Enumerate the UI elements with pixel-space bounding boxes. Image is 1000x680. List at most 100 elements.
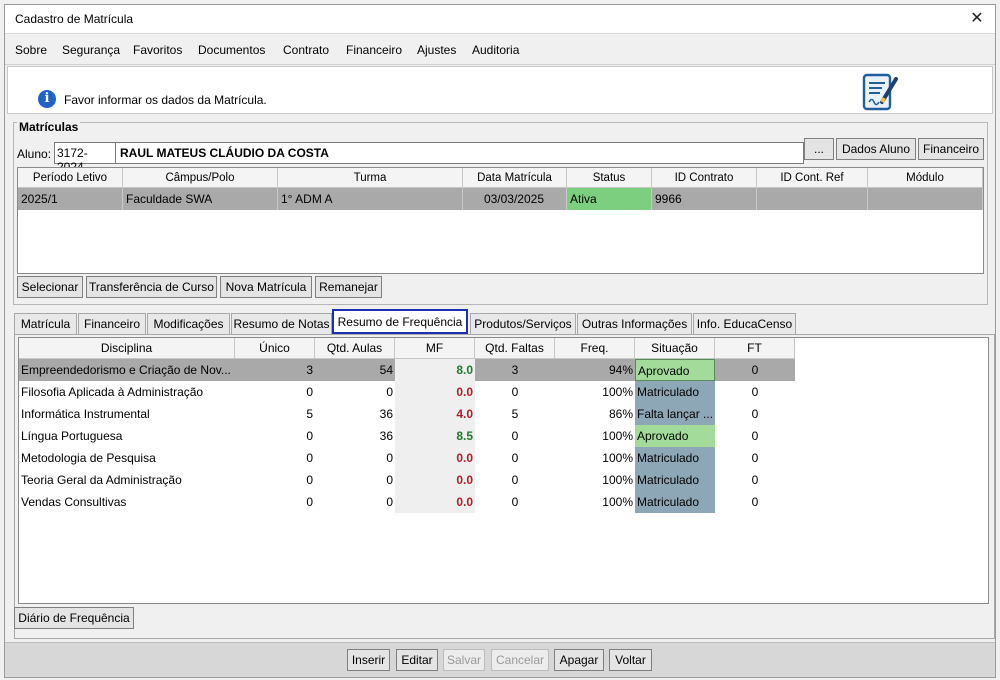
table-cell[interactable]: Faculdade SWA bbox=[123, 188, 278, 210]
freq-cell[interactable]: 100% bbox=[555, 469, 635, 491]
ft-cell[interactable]: 0 bbox=[715, 491, 795, 513]
column-header[interactable]: FT bbox=[715, 338, 795, 359]
unico-cell[interactable]: 0 bbox=[235, 425, 315, 447]
remanejar-button[interactable]: Remanejar bbox=[315, 276, 382, 298]
column-header[interactable]: Qtd. Faltas bbox=[475, 338, 555, 359]
disciplina-cell[interactable]: Empreendedorismo e Criação de Nov... bbox=[19, 359, 235, 381]
qtd-aulas-cell[interactable]: 0 bbox=[315, 469, 395, 491]
apagar-button[interactable]: Apagar bbox=[554, 649, 604, 671]
unico-cell[interactable]: 3 bbox=[235, 359, 315, 381]
tab-info-educacenso[interactable]: Info. EducaCenso bbox=[693, 313, 796, 334]
matriculas-table[interactable]: Período Letivo Câmpus/Polo Turma Data Ma… bbox=[17, 167, 984, 274]
selecionar-button[interactable]: Selecionar bbox=[17, 276, 83, 298]
menu-auditoria[interactable]: Auditoria bbox=[472, 43, 519, 57]
table-cell[interactable]: 2025/1 bbox=[18, 188, 123, 210]
qtd-aulas-cell[interactable]: 54 bbox=[315, 359, 395, 381]
menu-favoritos[interactable]: Favoritos bbox=[133, 43, 182, 57]
menu-documentos[interactable]: Documentos bbox=[198, 43, 265, 57]
mf-cell[interactable]: 0.0 bbox=[395, 447, 475, 469]
freq-cell[interactable]: 100% bbox=[555, 381, 635, 403]
column-header[interactable]: Freq. bbox=[555, 338, 635, 359]
ft-cell[interactable]: 0 bbox=[715, 447, 795, 469]
ft-cell[interactable]: 0 bbox=[715, 359, 795, 381]
aluno-code-field[interactable]: 3172-2024 bbox=[54, 142, 116, 174]
situacao-badge[interactable]: Matriculado bbox=[635, 469, 715, 491]
qtd-aulas-cell[interactable]: 0 bbox=[315, 447, 395, 469]
menu-financeiro[interactable]: Financeiro bbox=[346, 43, 402, 57]
ft-cell[interactable]: 0 bbox=[715, 381, 795, 403]
menu-seguranca[interactable]: Segurança bbox=[62, 43, 120, 57]
close-icon[interactable]: ✕ bbox=[965, 7, 989, 31]
ft-cell[interactable]: 0 bbox=[715, 425, 795, 447]
situacao-badge[interactable]: Matriculado bbox=[635, 447, 715, 469]
qtd-aulas-cell[interactable]: 36 bbox=[315, 425, 395, 447]
mf-cell[interactable]: 8.5 bbox=[395, 425, 475, 447]
dados-aluno-button[interactable]: Dados Aluno bbox=[836, 138, 916, 160]
tab-produtos-servicos[interactable]: Produtos/Serviços bbox=[470, 313, 576, 334]
qtd-faltas-cell[interactable]: 5 bbox=[475, 403, 555, 425]
mf-cell[interactable]: 0.0 bbox=[395, 381, 475, 403]
qtd-faltas-cell[interactable]: 0 bbox=[475, 469, 555, 491]
situacao-badge[interactable]: Aprovado bbox=[635, 359, 715, 381]
salvar-button[interactable]: Salvar bbox=[443, 649, 485, 671]
freq-cell[interactable]: 100% bbox=[555, 447, 635, 469]
editar-button[interactable]: Editar bbox=[396, 649, 438, 671]
tab-financeiro[interactable]: Financeiro bbox=[78, 313, 146, 334]
unico-cell[interactable]: 0 bbox=[235, 469, 315, 491]
column-header[interactable]: ID Contrato bbox=[652, 168, 757, 188]
column-header[interactable]: MF bbox=[395, 338, 475, 359]
mf-cell[interactable]: 8.0 bbox=[395, 359, 475, 381]
freq-cell[interactable]: 94% bbox=[555, 359, 635, 381]
ft-cell[interactable]: 0 bbox=[715, 403, 795, 425]
qtd-faltas-cell[interactable]: 0 bbox=[475, 491, 555, 513]
tab-modificacoes[interactable]: Modificações bbox=[147, 313, 230, 334]
disciplina-cell[interactable]: Língua Portuguesa bbox=[19, 425, 235, 447]
qtd-faltas-cell[interactable]: 0 bbox=[475, 425, 555, 447]
column-header[interactable]: ID Cont. Ref bbox=[757, 168, 868, 188]
qtd-faltas-cell[interactable]: 0 bbox=[475, 381, 555, 403]
tab-matricula[interactable]: Matrícula bbox=[14, 313, 77, 334]
aluno-name-field[interactable]: RAUL MATEUS CLÁUDIO DA COSTA bbox=[115, 142, 804, 164]
menu-contrato[interactable]: Contrato bbox=[283, 43, 329, 57]
table-cell[interactable]: 1° ADM A bbox=[278, 188, 463, 210]
cancelar-button[interactable]: Cancelar bbox=[491, 649, 549, 671]
voltar-button[interactable]: Voltar bbox=[609, 649, 652, 671]
status-badge[interactable]: Ativa bbox=[567, 188, 652, 210]
unico-cell[interactable]: 0 bbox=[235, 447, 315, 469]
table-cell[interactable]: 9966 bbox=[652, 188, 757, 210]
column-header[interactable]: Status bbox=[567, 168, 652, 188]
column-header[interactable]: Turma bbox=[278, 168, 463, 188]
disciplina-cell[interactable]: Informática Instrumental bbox=[19, 403, 235, 425]
disciplina-cell[interactable]: Vendas Consultivas bbox=[19, 491, 235, 513]
situacao-badge[interactable]: Aprovado bbox=[635, 425, 715, 447]
column-header[interactable]: Qtd. Aulas bbox=[315, 338, 395, 359]
nova-matricula-button[interactable]: Nova Matrícula bbox=[220, 276, 312, 298]
tab-resumo-notas[interactable]: Resumo de Notas bbox=[231, 313, 332, 334]
freq-cell[interactable]: 100% bbox=[555, 491, 635, 513]
freq-cell[interactable]: 86% bbox=[555, 403, 635, 425]
situacao-badge[interactable]: Matriculado bbox=[635, 381, 715, 403]
tab-outras-informacoes[interactable]: Outras Informações bbox=[577, 313, 692, 334]
unico-cell[interactable]: 0 bbox=[235, 381, 315, 403]
table-cell[interactable]: 03/03/2025 bbox=[463, 188, 567, 210]
column-header[interactable]: Módulo bbox=[868, 168, 983, 188]
tab-resumo-frequencia[interactable]: Resumo de Frequência bbox=[332, 309, 468, 334]
mf-cell[interactable]: 4.0 bbox=[395, 403, 475, 425]
column-header[interactable]: Câmpus/Polo bbox=[123, 168, 278, 188]
qtd-faltas-cell[interactable]: 0 bbox=[475, 447, 555, 469]
inserir-button[interactable]: Inserir bbox=[347, 649, 390, 671]
diario-frequencia-button[interactable]: Diário de Frequência bbox=[14, 607, 134, 629]
column-header[interactable]: Período Letivo bbox=[18, 168, 123, 188]
disciplina-cell[interactable]: Teoria Geral da Administração bbox=[19, 469, 235, 491]
situacao-badge[interactable]: Matriculado bbox=[635, 491, 715, 513]
frequencia-table[interactable]: Disciplina Único Qtd. Aulas MF Qtd. Falt… bbox=[18, 337, 989, 604]
column-header[interactable]: Único bbox=[235, 338, 315, 359]
menu-sobre[interactable]: Sobre bbox=[15, 43, 47, 57]
qtd-aulas-cell[interactable]: 0 bbox=[315, 381, 395, 403]
qtd-aulas-cell[interactable]: 36 bbox=[315, 403, 395, 425]
column-header[interactable]: Data Matrícula bbox=[463, 168, 567, 188]
transferencia-curso-button[interactable]: Transferência de Curso bbox=[86, 276, 217, 298]
freq-cell[interactable]: 100% bbox=[555, 425, 635, 447]
lookup-aluno-button[interactable]: ... bbox=[804, 138, 834, 160]
table-cell[interactable] bbox=[757, 188, 868, 210]
